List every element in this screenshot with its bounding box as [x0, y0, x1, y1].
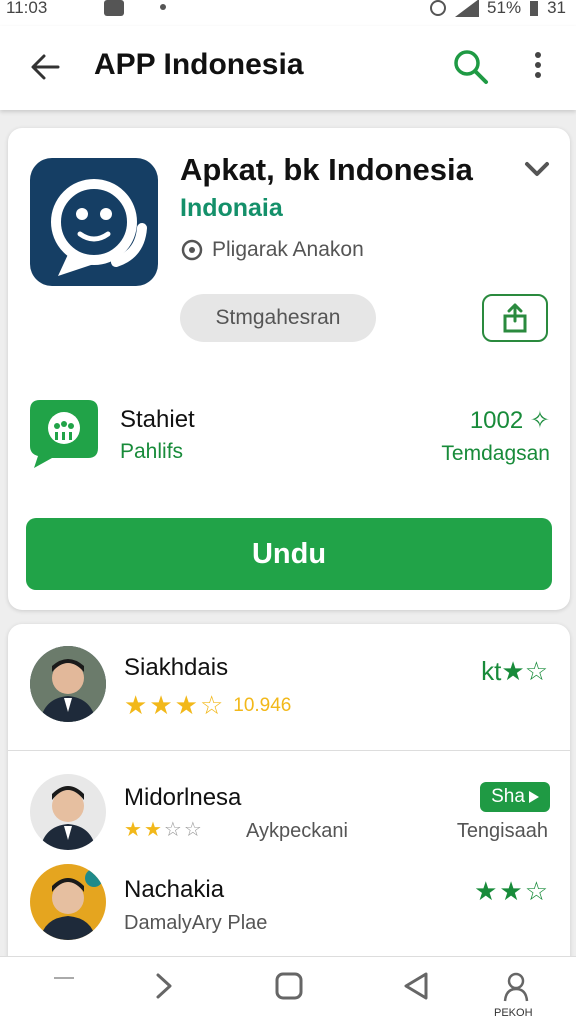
share-icon: [503, 303, 527, 333]
status-time: 11:03: [6, 0, 48, 17]
avatar[interactable]: [30, 864, 106, 940]
battery-percent: 51%: [487, 0, 522, 17]
category-pill[interactable]: Stmgahesran: [180, 294, 376, 342]
app-details-card: Apkat, bk Indonesia Indonaia Pligarak An…: [8, 128, 570, 610]
app-name: Apkat, bk Indonesia: [180, 152, 473, 187]
reviews-card: Siakhdais ★ ★ ★ ☆ 10.946 kt★☆ Midorlnesa…: [8, 624, 570, 964]
star-empty-icon: ☆: [199, 690, 224, 720]
status-bar: 11:03 51% 31: [0, 0, 576, 26]
app-meta: Pligarak Anakon: [180, 238, 364, 262]
star-icon: ★: [124, 690, 148, 720]
stat-subtitle: Pahlifs: [120, 440, 184, 463]
signal-icon: [455, 0, 480, 17]
status-badge[interactable]: Sha: [480, 782, 550, 812]
home-square-icon[interactable]: [274, 971, 304, 1001]
back-triangle-icon[interactable]: [402, 971, 430, 1001]
status-network: 31: [547, 0, 566, 17]
star-rating: ★ ★ ☆: [474, 878, 548, 904]
search-icon[interactable]: [452, 48, 490, 86]
reviewer-name: Siakhdais: [124, 654, 229, 681]
battery-icon: [530, 1, 539, 16]
star-empty-icon: ☆: [183, 819, 202, 841]
menu-icon[interactable]: [54, 977, 74, 981]
badge-label: Sha: [491, 786, 525, 807]
star-rating: ★ ★ ☆ ☆: [124, 820, 202, 840]
image-notification-icon: [104, 0, 124, 16]
app-subtitle[interactable]: Indonaia: [180, 194, 283, 223]
star-empty-icon: ☆: [524, 876, 548, 906]
divider: [8, 750, 570, 751]
app-bar: APP Indonesia: [0, 26, 576, 110]
review-subtitle: DamalyAry Plae: [124, 912, 268, 934]
star-icon: ★: [149, 690, 173, 720]
avatar[interactable]: [30, 646, 106, 722]
reviewer-name: Nachakia: [124, 876, 225, 903]
nav-label: PEKOH: [494, 1007, 533, 1019]
profile-icon[interactable]: [502, 971, 530, 1003]
star-rating: ★ ★ ★ ☆ 10.946: [124, 692, 291, 718]
forward-icon[interactable]: [154, 971, 174, 1001]
back-arrow-icon[interactable]: [28, 50, 62, 84]
alarm-icon: [430, 0, 447, 16]
rating-count: 10.946: [233, 695, 292, 716]
app-icon: [30, 158, 158, 286]
star-icon: ★: [499, 876, 523, 906]
notification-dot-icon: [160, 4, 166, 10]
play-icon: [528, 791, 539, 803]
install-button[interactable]: Undu: [26, 518, 552, 590]
star-empty-icon: ☆: [163, 819, 182, 841]
stat-value-subtitle: Temdagsan: [441, 442, 550, 465]
more-options-icon[interactable]: [528, 50, 548, 84]
chat-bubble-icon: [30, 400, 98, 468]
star-icon: ★: [124, 819, 142, 841]
stat-title: Stahiet: [120, 406, 195, 433]
target-icon: [181, 239, 203, 261]
page-title: APP Indonesia: [94, 48, 304, 81]
review-subtitle: Aykpeckani: [246, 820, 348, 842]
reviewer-name: Midorlnesa: [124, 784, 242, 811]
chevron-down-icon[interactable]: [524, 158, 550, 180]
app-meta-text: Pligarak Anakon: [212, 238, 364, 261]
star-icon: ★: [174, 690, 198, 720]
star-icon: ★: [143, 819, 162, 841]
star-icon: ★: [474, 876, 498, 906]
share-button[interactable]: [482, 294, 548, 342]
bottom-nav-bar: PEKOH: [0, 956, 576, 1025]
stat-value[interactable]: 1002 ✧: [470, 406, 550, 435]
top-rating: kt★☆: [481, 656, 548, 686]
review-right-subtitle: Tengisaah: [456, 820, 548, 842]
avatar[interactable]: [30, 774, 106, 850]
